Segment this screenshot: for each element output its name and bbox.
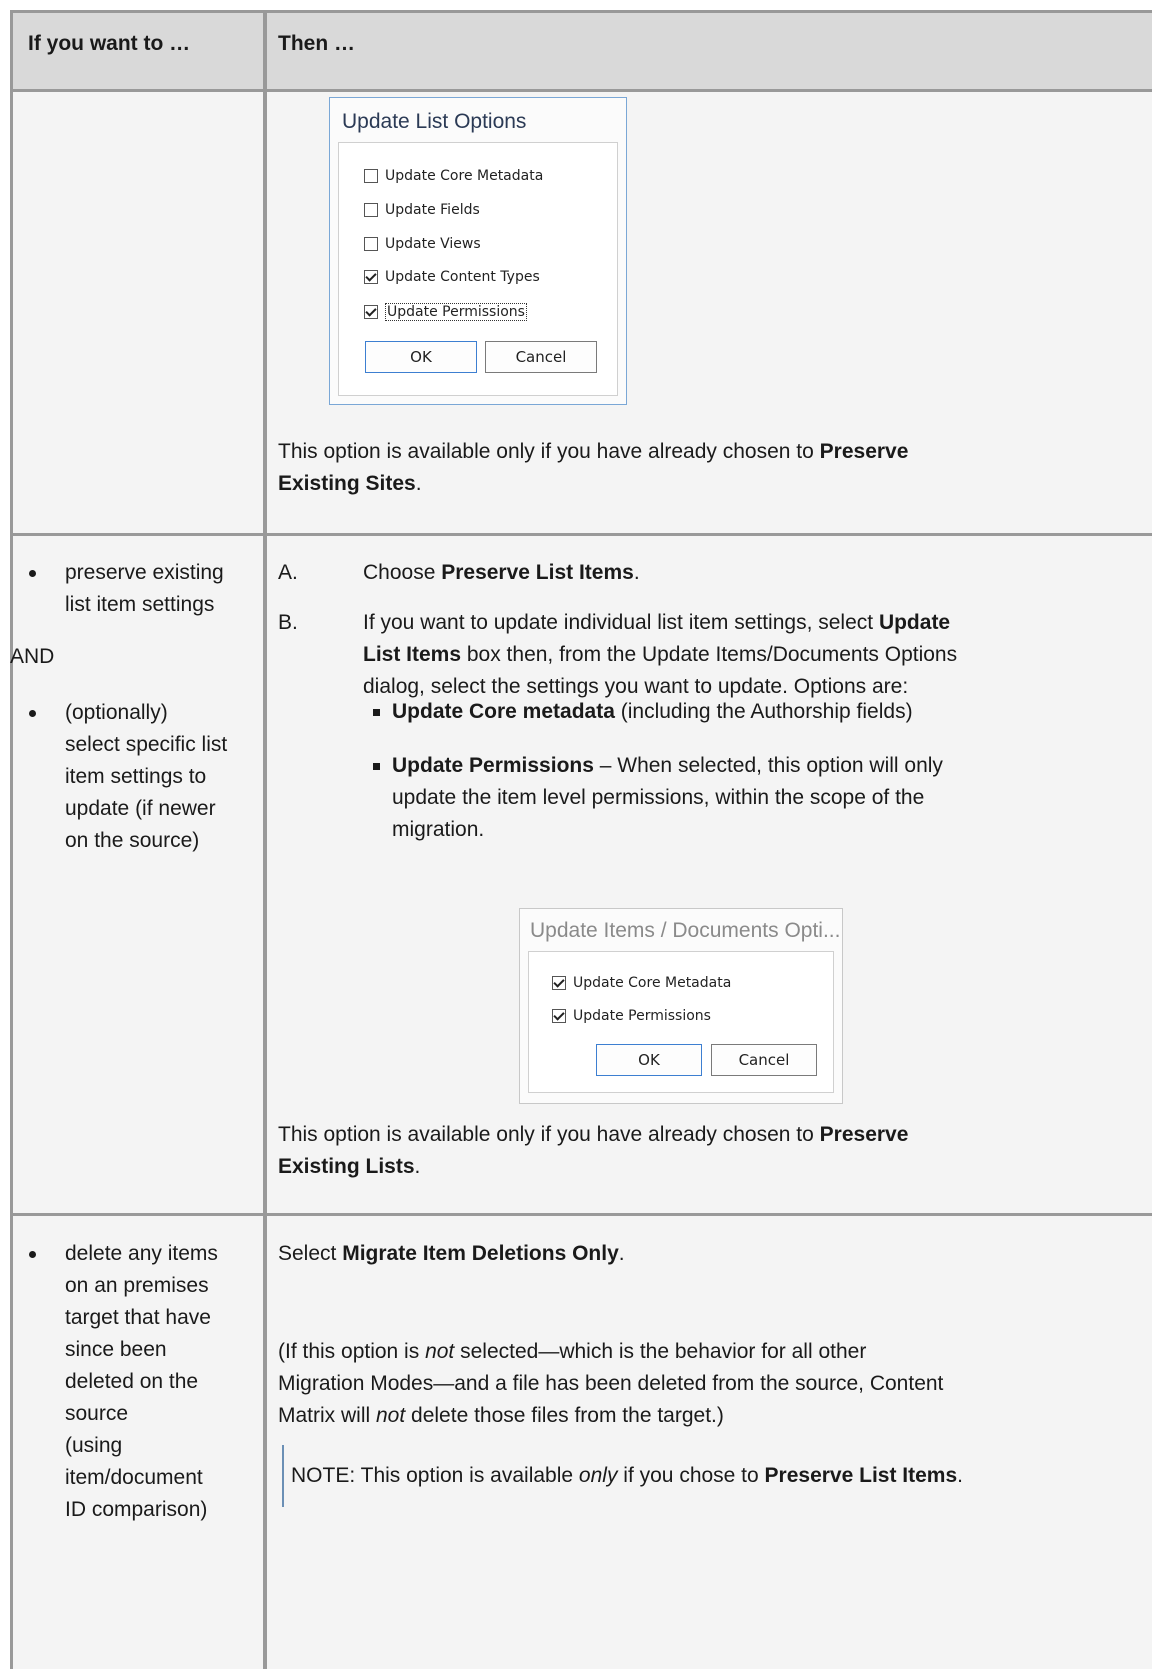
dialog-title: Update List Options xyxy=(342,110,527,133)
deletion-behavior-paragraph: (If this option is not selected—which is… xyxy=(278,1340,944,1427)
bullet-icon xyxy=(29,570,36,577)
option-permissions: Update Permissions – When selected, this… xyxy=(392,754,943,841)
checkbox-checked-icon xyxy=(364,305,378,319)
step-a-text: Choose Preserve List Items. xyxy=(363,561,640,584)
ok-button[interactable]: OK xyxy=(365,341,477,373)
update-list-options-dialog: Update List Options Update Core Metadata… xyxy=(329,97,627,405)
update-core-metadata-checkbox[interactable]: Update Core Metadata xyxy=(364,168,543,184)
note-bar xyxy=(282,1445,284,1507)
update-permissions-checkbox[interactable]: Update Permissions xyxy=(364,303,527,321)
left-item-delete: delete any items on an premises target t… xyxy=(65,1242,218,1521)
update-items-documents-options-dialog: Update Items / Documents Opti... Update … xyxy=(519,908,843,1104)
checkbox-unchecked-icon xyxy=(364,203,378,217)
dialog-title: Update Items / Documents Opti... xyxy=(530,919,841,942)
checkbox-checked-icon xyxy=(552,1009,566,1023)
update-permissions-checkbox[interactable]: Update Permissions xyxy=(552,1008,711,1024)
table-border-left xyxy=(10,10,13,1669)
step-a-marker: A. xyxy=(278,561,298,584)
header-col-if-you-want: If you want to … xyxy=(28,32,191,55)
left-item-preserve: preserve existing list item settings xyxy=(65,561,224,616)
checkbox-unchecked-icon xyxy=(364,169,378,183)
step-b-marker: B. xyxy=(278,611,298,634)
square-bullet-icon xyxy=(373,709,380,716)
row-divider xyxy=(10,1213,1152,1216)
note-text: NOTE: This option is available only if y… xyxy=(291,1464,963,1487)
header-col-then: Then … xyxy=(278,32,355,55)
row2-availability-note: This option is available only if you hav… xyxy=(278,1123,909,1178)
column-divider xyxy=(263,10,267,1669)
table-border-top xyxy=(10,10,1152,13)
square-bullet-icon xyxy=(373,763,380,770)
checkbox-checked-icon xyxy=(364,270,378,284)
update-fields-checkbox[interactable]: Update Fields xyxy=(364,202,480,218)
bullet-icon xyxy=(29,1251,36,1258)
select-migrate-deletions: Select Migrate Item Deletions Only. xyxy=(278,1242,625,1265)
row-divider xyxy=(10,533,1152,536)
checkbox-checked-icon xyxy=(552,976,566,990)
header-divider xyxy=(10,89,1152,92)
cancel-button[interactable]: Cancel xyxy=(711,1044,817,1076)
checkbox-unchecked-icon xyxy=(364,237,378,251)
update-views-checkbox[interactable]: Update Views xyxy=(364,236,481,252)
cancel-button[interactable]: Cancel xyxy=(485,341,597,373)
option-core-metadata: Update Core metadata (including the Auth… xyxy=(392,700,913,723)
update-content-types-checkbox[interactable]: Update Content Types xyxy=(364,269,540,285)
step-b-text: If you want to update individual list it… xyxy=(363,611,958,698)
options-table: If you want to … Then … Update List Opti… xyxy=(10,10,1152,1669)
bullet-icon xyxy=(29,710,36,717)
row1-availability-note: This option is available only if you hav… xyxy=(278,440,909,495)
left-and-label: AND xyxy=(10,645,55,668)
update-core-metadata-checkbox[interactable]: Update Core Metadata xyxy=(552,975,731,991)
left-item-select: (optionally) select specific list item s… xyxy=(65,701,228,852)
ok-button[interactable]: OK xyxy=(596,1044,702,1076)
